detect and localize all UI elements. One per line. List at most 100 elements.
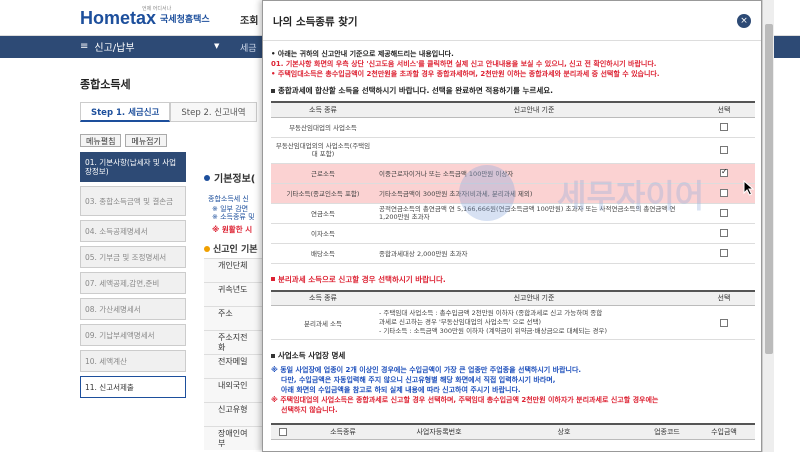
business-table: 소득종류 사업자등록번호 상호 업종코드 수입금액 [271, 423, 755, 440]
select-checkbox[interactable] [720, 189, 728, 197]
income-type: 분리과세 소득 [271, 305, 375, 340]
select-all-checkbox[interactable] [279, 427, 287, 436]
table-row: 이자소득 [271, 223, 755, 244]
table-header-row: 소득 종류 신고안내 기준 선택 [271, 289, 755, 306]
bg-warning: ※ 원활한 시 [212, 225, 253, 234]
note-line: ※ 동일 사업장에 업종이 2개 이상인 경우에는 수입금액이 가장 큰 업종만… [271, 366, 582, 374]
page-title: 종합소득세 [80, 78, 131, 91]
logo-subtitle: 국세청홈택스 [160, 14, 210, 25]
select-checkbox[interactable] [720, 209, 728, 217]
note-line: 선택하지 않습니다. [281, 406, 338, 414]
table-header-row: 소득종류 사업자등록번호 상호 업종코드 수입금액 [271, 423, 755, 440]
criteria: 기타소득금액이 300만원 초과자(비과세, 분리과세 제외) [375, 183, 693, 204]
intro-line: • 아래는 귀하의 신고안내 기준으로 제공해드리는 내용입니다. [271, 50, 454, 58]
form-label: 귀속년도 [204, 282, 262, 306]
section-basic-info: 기본정보( [204, 170, 255, 185]
form-label: 신고유형 [204, 402, 262, 426]
criteria: - 주택임대 사업소득 : 총수입금액 2천만원 이하자 (종합과세로 신고 가… [375, 306, 693, 339]
column-header: 선택 [693, 101, 755, 118]
sidebar-item-basic[interactable]: 01. 기본사항(납세자 및 사업장정보) [80, 152, 186, 182]
modal-scrollbar[interactable] [762, 0, 774, 452]
form-label: 주소 [204, 306, 262, 330]
sidebar-item-prepaid[interactable]: 09. 기납부세액명세서 [80, 324, 186, 346]
bg-note: ※ 소득종류 및 [212, 213, 255, 221]
column-header: 수입금액 [693, 423, 755, 440]
top-menu-inquiry[interactable]: 조회 [240, 12, 258, 27]
criteria-line: - 주택임대 사업소득 : 총수입금액 2천만원 이하자 (종합과세로 신고 가… [379, 309, 603, 317]
bullet-icon [271, 88, 275, 93]
hometax-logo[interactable]: Hometax 국세청홈택스 언제 어디서나 [80, 6, 210, 30]
select-checkbox[interactable] [720, 146, 728, 154]
section-separate-tax: 분리과세 소득으로 신고할 경우 선택하시기 바랍니다. [271, 274, 755, 285]
select-checkbox[interactable] [720, 249, 728, 257]
bullet-icon [271, 353, 275, 358]
criteria [375, 117, 693, 138]
select-checkbox[interactable] [720, 318, 728, 327]
chevron-down-icon[interactable]: ▼ [214, 42, 219, 50]
form-label: 주소지전화 [204, 330, 262, 354]
intro-line: 01. 기본사항 화면의 우측 상단 '신고도움 서비스'를 클릭하면 실제 신… [271, 60, 657, 68]
sidebar-item-donation[interactable]: 05. 기부금 및 조정명세서 [80, 246, 186, 268]
section-business-list: 사업소득 사업장 명세 [271, 350, 755, 361]
select-checkbox[interactable] [720, 123, 728, 131]
section-title: 사업소득 사업장 명세 [278, 351, 346, 360]
scrollbar-thumb[interactable] [765, 24, 773, 354]
breadcrumb[interactable]: 세금 [240, 41, 257, 54]
step-tabs: Step 1. 세금신고 Step 2. 신고내역 [80, 102, 257, 122]
sidebar-item-tax-credit[interactable]: 07. 세액공제,감면,준비 [80, 272, 186, 294]
income-type-finder-modal: 나의 소득종류 찾기 × • 아래는 귀하의 신고안내 기준으로 제공해드리는 … [262, 0, 762, 452]
modal-header: 나의 소득종류 찾기 × [263, 1, 761, 41]
combined-income-table: 소득 종류 신고안내 기준 선택 부동산임대업의 사업소득 부동산임대업외의 사… [271, 101, 755, 264]
sidebar-item-income[interactable]: 03. 종합소득금액 및 결손금 [80, 186, 186, 216]
criteria-line: 과세로 신고하는 경우 '부동산임대업의 사업소득' 으로 선택) [379, 318, 542, 326]
table-row: 연금소득 공적연금소득의 총연금액 연 5,166,666원(연금소득금액 10… [271, 203, 755, 224]
form-label: 장애인여부 [204, 426, 262, 450]
sidebar-item-tax-calc[interactable]: 10. 세액계산 [80, 350, 186, 372]
criteria [375, 223, 693, 244]
close-icon[interactable]: × [737, 14, 751, 28]
modal-body: • 아래는 귀하의 신고안내 기준으로 제공해드리는 내용입니다. 01. 기본… [271, 49, 755, 440]
form-label: 내외국인 [204, 378, 262, 402]
tab-step1[interactable]: Step 1. 세금신고 [80, 102, 171, 122]
sidebar-item-submit[interactable]: 11. 신고서제출 [80, 376, 186, 398]
income-type: 부동산임대업의 사업소득 [271, 117, 375, 138]
income-type: 연금소득 [271, 203, 375, 224]
criteria: 공적연금소득의 총연금액 연 5,166,666원(연금소득금액 100만원) … [375, 203, 693, 224]
select-checkbox[interactable] [720, 229, 728, 237]
criteria [375, 137, 693, 164]
column-header: 신고안내 기준 [375, 289, 693, 306]
sidebar: 01. 기본사항(납세자 및 사업장정보) 03. 종합소득금액 및 결손금 0… [80, 152, 186, 402]
hamburger-icon: ≡ [80, 41, 89, 52]
sidebar-item-deduction[interactable]: 04. 소득공제명세서 [80, 220, 186, 242]
modal-title: 나의 소득종류 찾기 [273, 16, 358, 28]
menu-buttons: 메뉴펼침 메뉴접기 [80, 134, 167, 147]
section-title: 분리과세 소득으로 신고할 경우 선택하시기 바랍니다. [278, 274, 446, 284]
table-row: 배당소득 종합과세대상 2,000만원 초과자 [271, 243, 755, 264]
column-header: 사업자등록번호 [391, 423, 487, 440]
logo-tagline: 언제 어디서나 [142, 6, 172, 12]
column-header: 소득종류 [295, 423, 391, 440]
table-header-row: 소득 종류 신고안내 기준 선택 [271, 101, 755, 118]
income-type: 기타소득(종교인소득 포함) [271, 183, 375, 204]
bullet-icon [271, 277, 275, 281]
nav-menu-button[interactable]: ≡ 신고/납부 [80, 39, 135, 54]
intro-line: • 주택임대소득은 총수입금액이 2천만원을 초과할 경우 종합과세하며, 2천… [271, 70, 660, 78]
note-line: ※ 주택임대업의 사업소득은 종합과세로 신고할 경우 선택하며, 주택임대 총… [271, 396, 659, 404]
menu-expand-button[interactable]: 메뉴펼침 [80, 134, 122, 147]
menu-collapse-button[interactable]: 메뉴접기 [125, 134, 167, 147]
column-header: 상호 [487, 423, 641, 440]
income-type: 배당소득 [271, 243, 375, 264]
section-title: 신고인 기본 [213, 245, 258, 255]
table-row: 분리과세 소득 - 주택임대 사업소득 : 총수입금액 2천만원 이하자 (종합… [271, 305, 755, 340]
bullet-icon [204, 245, 210, 252]
column-header: 신고안내 기준 [375, 101, 693, 118]
sidebar-item-penalty[interactable]: 08. 가산세명세서 [80, 298, 186, 320]
section-taxpayer-basic: 신고인 기본 [204, 242, 258, 255]
select-checkbox[interactable] [720, 167, 728, 177]
criteria-line: - 기타소득 : 소득금액 300만원 이하자 (계약금이 위약금·배상금으로 … [379, 327, 608, 335]
column-header: 소득 종류 [271, 289, 375, 306]
form-label: 개인단체 [204, 258, 262, 282]
tab-step2[interactable]: Step 2. 신고내역 [170, 102, 257, 122]
column-header: 업종코드 [641, 423, 693, 440]
criteria: 이중근로자이거나 또는 소득금액 100만원 이상자 [375, 163, 693, 184]
